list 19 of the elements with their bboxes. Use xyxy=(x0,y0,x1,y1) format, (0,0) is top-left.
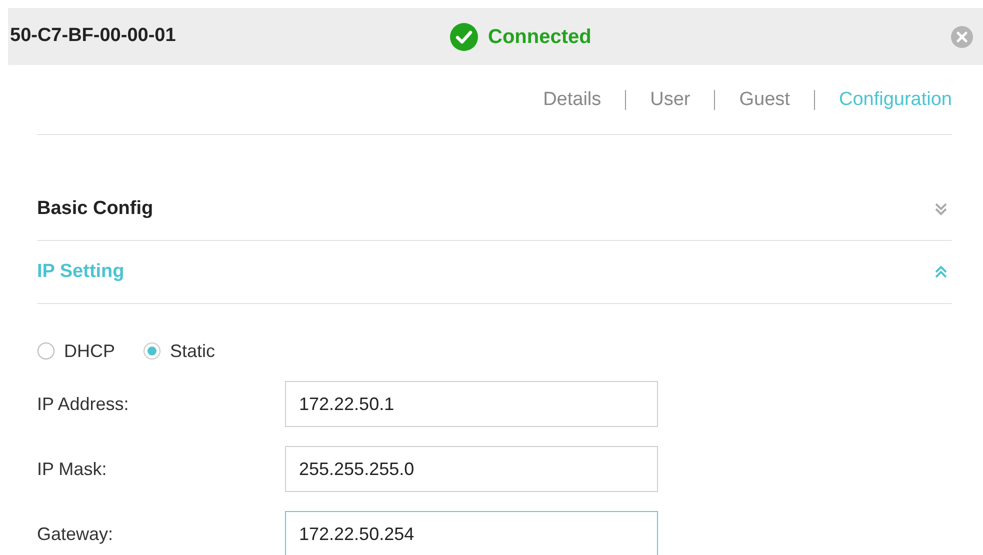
input-field[interactable]: 255.255.255.0 xyxy=(285,446,658,492)
tab[interactable]: Details xyxy=(531,88,614,110)
close-icon[interactable] xyxy=(951,26,973,48)
connection-status: Connected xyxy=(488,24,592,50)
chevrons-down-icon[interactable] xyxy=(934,202,948,216)
tab[interactable]: User xyxy=(638,88,702,110)
chevrons-up-icon[interactable] xyxy=(934,265,948,279)
input-field[interactable]: 172.22.50.1 xyxy=(285,381,658,427)
tab[interactable]: Guest xyxy=(727,88,802,110)
input-field[interactable]: 172.22.50.254 xyxy=(285,511,658,555)
section-title[interactable]: Basic Config xyxy=(37,194,154,224)
radio-label[interactable]: DHCP xyxy=(64,338,116,364)
device-mac-title: 50-C7-BF-00-00-01 xyxy=(10,24,177,48)
radio-button[interactable] xyxy=(37,342,55,360)
field-label: Gateway: xyxy=(37,522,114,546)
radio-label[interactable]: Static xyxy=(170,338,216,364)
field-label: IP Mask: xyxy=(37,458,108,480)
radio-button[interactable] xyxy=(143,342,162,360)
field-label: IP Address: xyxy=(37,392,130,416)
